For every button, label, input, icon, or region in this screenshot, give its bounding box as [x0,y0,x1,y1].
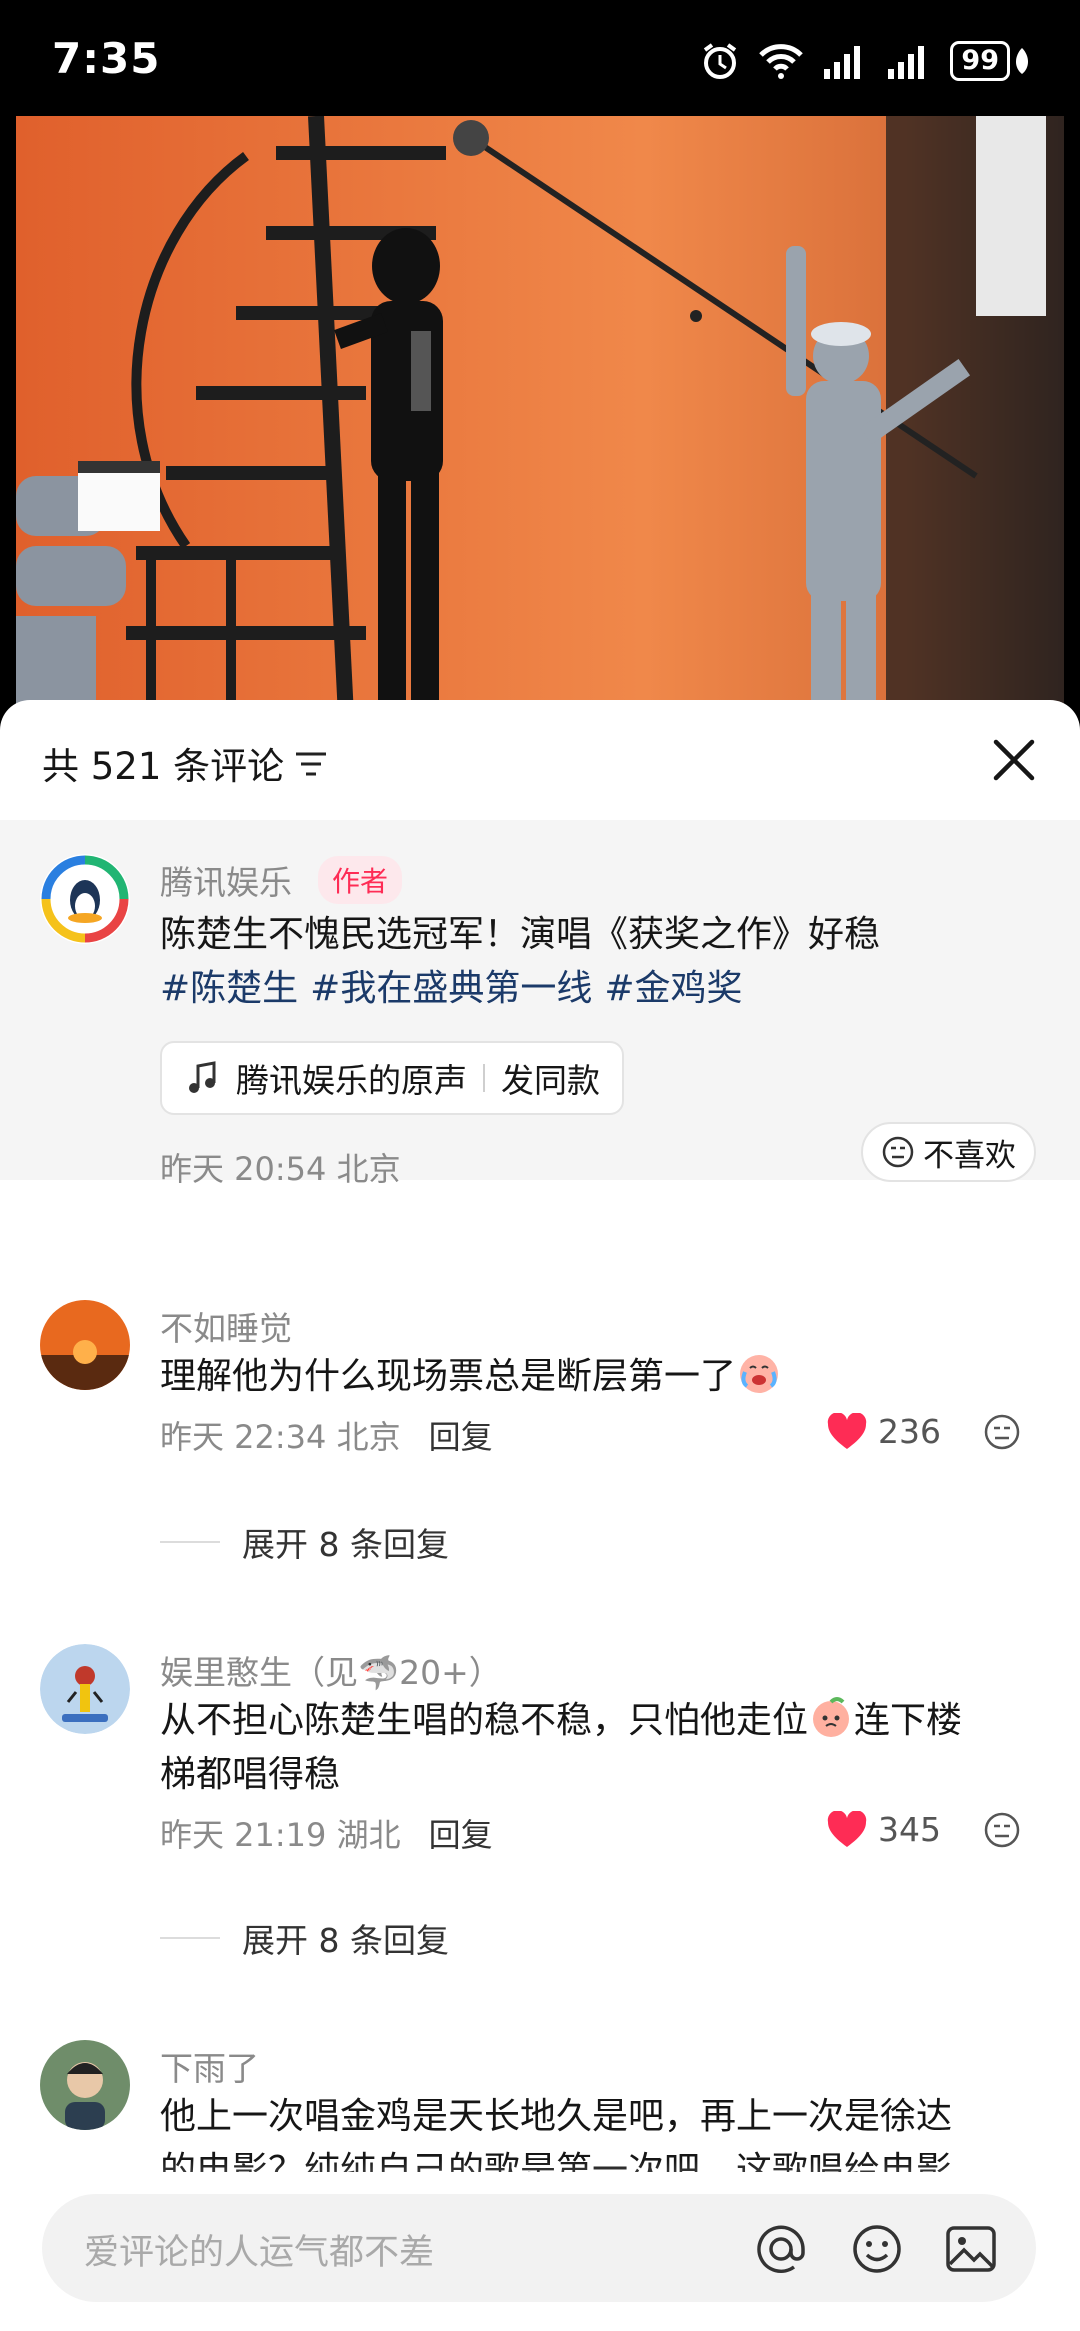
hashtag-link[interactable]: #金鸡奖 [604,968,742,1009]
like-button[interactable]: 236 [826,1412,941,1451]
author-avatar[interactable] [40,854,130,944]
sort-icon[interactable] [294,750,328,778]
comments-header: 共 521 条评论 [0,700,1080,820]
hashtag-link[interactable]: #陈楚生 [160,968,298,1009]
comment-text: 从不担心陈楚生唱的稳不稳，只怕他走位 连下楼 梯都唱得稳 [160,1694,962,1802]
sunset-avatar [40,1300,130,1390]
commenter-name[interactable]: 下雨了 [160,2042,259,2090]
expand-line [160,1937,220,1939]
heart-icon [827,1412,867,1449]
author-badge: 作者 [318,856,403,904]
alarm-icon [704,43,737,79]
dislike-button[interactable]: 不喜欢 [861,1122,1036,1182]
emoji-icon[interactable] [850,2222,904,2276]
comment-count: 共 521 条评论 [42,745,285,788]
status-icons: 99 [700,38,1032,84]
comments-sheet: 共 521 条评论 腾讯娱乐 作者 陈楚生不愧民选冠军！演唱《获奖之作》好稳 #… [0,700,1080,2331]
input-placeholder: 爱评论的人运气都不差 [84,2233,435,2273]
like-button[interactable]: 345 [826,1810,941,1849]
close-icon[interactable] [988,734,1040,786]
crying-emoji-icon [740,1355,779,1393]
portrait-avatar [40,2040,130,2130]
image-icon[interactable] [944,2222,998,2276]
reply-button[interactable]: 回复 [429,1418,493,1456]
comment-input-bar: 爱评论的人运气都不差 [0,2172,1080,2331]
status-time: 7:35 [52,34,161,83]
author-post-text: 陈楚生不愧民选冠军！演唱《获奖之作》好稳 [160,914,881,955]
expand-replies-button[interactable]: 展开 8 条回复 [160,1518,449,1566]
dislike-label: 不喜欢 [923,1137,1016,1174]
peach-emoji-icon [813,1697,850,1737]
use-sound-button[interactable]: 发同款 [501,1054,600,1102]
wifi-icon [759,44,804,79]
reply-button[interactable]: 回复 [429,1816,493,1854]
dislike-face-icon[interactable] [982,1810,1022,1850]
comment-meta: 昨天 21:19 湖北 回复 [160,1816,493,1854]
video-player[interactable] [16,116,1064,716]
music-note-icon [189,1061,216,1093]
commenter-avatar[interactable] [40,1644,130,1734]
expand-line [160,1541,220,1543]
dislike-face-icon[interactable] [982,1412,1022,1452]
battery-level: 99 [950,41,1010,81]
hashtag-list: #陈楚生 #我在盛典第一线 #金鸡奖 [160,962,755,1016]
hashtag-link[interactable]: #我在盛典第一线 [310,968,592,1009]
signal-icon-2 [888,46,925,79]
sound-label: 腾讯娱乐的原声 [236,1061,467,1100]
comment-input[interactable]: 爱评论的人运气都不差 [42,2194,1036,2302]
signal-icon-1 [824,46,861,79]
like-count: 236 [878,1412,941,1451]
battery-indicator: 99 [950,41,1032,81]
leaf-icon [1016,48,1028,74]
cartoon-avatar [40,1644,130,1734]
commenter-avatar[interactable] [40,1300,130,1390]
comment-meta: 昨天 22:34 北京 回复 [160,1418,493,1456]
video-frame [16,116,1064,716]
expand-replies-button[interactable]: 展开 8 条回复 [160,1914,449,1962]
author-post-meta: 昨天 20:54 北京 [160,1150,401,1188]
mention-icon[interactable] [754,2222,808,2276]
chip-divider [483,1064,485,1092]
comment-text: 理解他为什么现场票总是断层第一了 [160,1350,782,1404]
commenter-avatar[interactable] [40,2040,130,2130]
heart-icon [827,1810,867,1847]
sound-chip[interactable]: 腾讯娱乐的原声 发同款 [160,1041,624,1115]
like-count: 345 [878,1810,941,1849]
dislike-face-icon [882,1136,914,1168]
tencent-ent-logo [40,854,130,944]
author-post: 腾讯娱乐 作者 陈楚生不愧民选冠军！演唱《获奖之作》好稳 #陈楚生 #我在盛典第一… [0,820,1080,1188]
commenter-name[interactable]: 不如睡觉 [160,1302,292,1350]
commenter-name[interactable]: 娱里憨生（见🦈20+） [160,1646,502,1694]
status-bar: 7:35 99 [0,0,1080,116]
author-name[interactable]: 腾讯娱乐 [160,856,292,904]
